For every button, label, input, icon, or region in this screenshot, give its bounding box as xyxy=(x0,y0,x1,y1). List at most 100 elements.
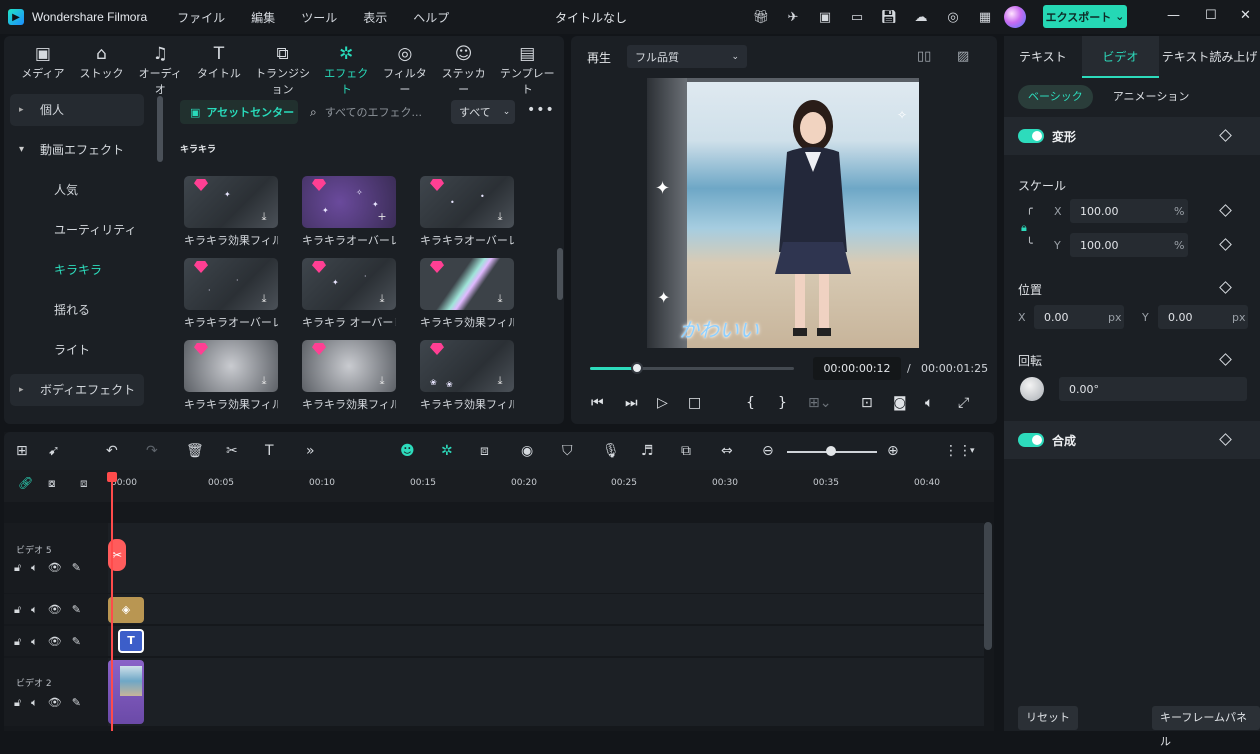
lock-icon[interactable]: 🔓︎ xyxy=(14,635,21,649)
effect-card[interactable]: ••⤓ キラキラオーバーレ... xyxy=(420,176,514,248)
ai-effect-icon[interactable]: ✲ xyxy=(441,443,453,459)
link-icon[interactable]: 🔗︎ xyxy=(18,476,33,490)
sidebar-item-light[interactable]: ライト xyxy=(10,334,144,366)
playback-progress[interactable] xyxy=(590,362,794,374)
select-tool-icon[interactable]: ➹ xyxy=(48,443,60,459)
zoom-slider-knob[interactable] xyxy=(826,446,836,456)
add-icon[interactable]: + xyxy=(375,210,389,224)
previous-frame-icon[interactable]: ⏮ xyxy=(591,395,604,411)
rotation-field[interactable]: 0.00° xyxy=(1059,377,1247,401)
mark-in-icon[interactable]: { xyxy=(746,395,755,411)
reset-button[interactable]: リセット xyxy=(1018,706,1078,730)
menu-file[interactable]: ファイル xyxy=(177,9,225,26)
menu-view[interactable]: 表示 xyxy=(363,9,387,26)
keyframe-diamond-icon[interactable] xyxy=(1219,204,1232,217)
render-icon[interactable]: ⧉ xyxy=(681,443,691,459)
volume-icon[interactable]: 🔈︎ xyxy=(31,635,38,649)
audio-list-icon[interactable]: ♬ xyxy=(641,443,654,459)
lock-icon[interactable]: 🔒︎ xyxy=(1021,221,1027,235)
ai-video-icon[interactable]: ⧈ xyxy=(480,443,489,459)
render-preview-icon[interactable]: ⊡ xyxy=(861,395,873,411)
track-icon[interactable]: ⧈ xyxy=(80,476,88,491)
magic-icon[interactable]: ✎ xyxy=(72,561,81,575)
download-icon[interactable]: ⤓ xyxy=(375,292,389,306)
scale-x-field[interactable]: 100.00 xyxy=(1070,199,1188,223)
eye-icon[interactable]: 👁︎ xyxy=(48,561,62,575)
eye-icon[interactable]: 👁︎ xyxy=(48,696,62,710)
volume-icon[interactable]: 🔈︎ xyxy=(31,561,38,575)
sidebar-item-personal[interactable]: 個人 xyxy=(10,94,144,126)
stop-icon[interactable]: □ xyxy=(688,395,701,411)
effect-card[interactable]: ⤓ キラキラ効果フィル... xyxy=(184,340,278,412)
volume-icon[interactable]: 🔈︎ xyxy=(31,603,38,617)
rotation-dial[interactable] xyxy=(1020,377,1044,401)
next-frame-icon[interactable]: ⏭ xyxy=(625,395,638,411)
grid-scrollbar[interactable] xyxy=(557,248,563,300)
magic-icon[interactable]: ✎ xyxy=(72,635,81,649)
ai-mate-icon[interactable]: ☻ xyxy=(400,443,415,459)
tab-filter[interactable]: ◎ フィルター xyxy=(378,36,432,96)
keyframe-diamond-icon[interactable] xyxy=(1219,353,1232,366)
fullscreen-icon[interactable]: ⤢ xyxy=(958,395,969,411)
cut-icon[interactable]: ✂ xyxy=(226,443,238,459)
sidebar-item-video-effects[interactable]: 動画エフェクト xyxy=(10,134,144,166)
link-clip-icon[interactable]: ⧇ xyxy=(48,476,56,491)
transform-toggle[interactable] xyxy=(1018,129,1044,143)
sidebar-scrollbar[interactable] xyxy=(157,96,163,162)
download-icon[interactable]: ⤓ xyxy=(375,374,389,388)
cloud-upload-icon[interactable]: ☁︎ xyxy=(910,6,932,28)
task-icon[interactable]: ▣ xyxy=(814,6,836,28)
volume-icon[interactable]: 🔈︎ xyxy=(925,395,933,411)
effect-card[interactable]: ⤓ キラキラ効果フィル... xyxy=(420,258,514,330)
sidebar-item-popular[interactable]: 人気 xyxy=(10,174,144,206)
microphone-icon[interactable]: 🎙︎ xyxy=(602,443,620,459)
text-tool-icon[interactable]: T xyxy=(265,443,274,459)
menu-tools[interactable]: ツール xyxy=(301,9,337,26)
tab-text-to-speech[interactable]: テキスト読み上げ xyxy=(1159,36,1260,78)
keyframe-diamond-icon[interactable] xyxy=(1219,238,1232,251)
effect-card[interactable]: ✦·⤓ キラキラ オーバーレ... xyxy=(302,258,396,330)
effect-card[interactable]: ✦⤓ キラキラ効果フィル... xyxy=(184,176,278,248)
more-options-icon[interactable]: ••• xyxy=(527,102,555,118)
lock-icon[interactable]: 🔓︎ xyxy=(14,696,21,710)
volume-icon[interactable]: 🔈︎ xyxy=(31,696,38,710)
download-icon[interactable]: ⤓ xyxy=(257,374,271,388)
effect-search-input[interactable]: ⌕ すべてのエフェク... xyxy=(310,100,450,124)
keyframe-diamond-icon[interactable] xyxy=(1219,281,1232,294)
mark-out-icon[interactable]: } xyxy=(778,395,787,411)
tab-transition[interactable]: ⧉ トランジション xyxy=(251,36,315,96)
sidebar-item-sparkle[interactable]: キラキラ xyxy=(10,254,144,286)
filter-dropdown[interactable]: すべて ⌄ xyxy=(451,100,515,124)
timeline-scrollbar[interactable] xyxy=(984,522,992,650)
sidebar-item-shake[interactable]: 揺れる xyxy=(10,294,144,326)
layout-icon[interactable]: ▭ xyxy=(846,6,868,28)
sidebar-item-body-effects[interactable]: ボディエフェクト xyxy=(10,374,144,406)
keyframe-diamond-icon[interactable] xyxy=(1219,433,1232,446)
chevron-down-icon[interactable]: ▾ xyxy=(970,446,975,456)
composite-toggle[interactable] xyxy=(1018,433,1044,447)
user-avatar[interactable] xyxy=(1004,6,1026,28)
progress-knob[interactable] xyxy=(630,362,643,374)
image-icon[interactable]: ▨ xyxy=(957,49,969,64)
download-icon[interactable]: ⤓ xyxy=(257,292,271,306)
lock-icon[interactable]: 🔓︎ xyxy=(14,561,21,575)
eye-icon[interactable]: 👁︎ xyxy=(48,603,62,617)
effect-card[interactable]: ··⤓ キラキラオーバーレ... xyxy=(184,258,278,330)
sticker-clip[interactable]: ◈ xyxy=(108,597,144,623)
more-tools-icon[interactable]: » xyxy=(306,443,315,459)
undo-icon[interactable]: ↶ xyxy=(106,443,118,459)
tab-video[interactable]: ビデオ xyxy=(1081,36,1160,78)
scale-y-field[interactable]: 100.00 xyxy=(1070,233,1188,257)
tab-audio[interactable]: ♫ オーディオ xyxy=(133,36,187,96)
eye-icon[interactable]: 👁︎ xyxy=(48,635,62,649)
subtab-basic[interactable]: ベーシック xyxy=(1018,85,1093,109)
magic-icon[interactable]: ✎ xyxy=(72,696,81,710)
tab-sticker[interactable]: ☺ ステッカー xyxy=(437,36,491,96)
delete-icon[interactable]: 🗑︎ xyxy=(186,443,204,459)
title-clip[interactable]: T xyxy=(118,629,144,653)
close-icon[interactable]: ✕ xyxy=(1240,8,1251,23)
save-icon[interactable]: 💾︎ xyxy=(878,6,900,28)
keyframe-diamond-icon[interactable] xyxy=(1219,129,1232,142)
apps-icon[interactable]: ▦ xyxy=(974,6,996,28)
tab-effect[interactable]: ✲ エフェクト xyxy=(319,36,373,96)
